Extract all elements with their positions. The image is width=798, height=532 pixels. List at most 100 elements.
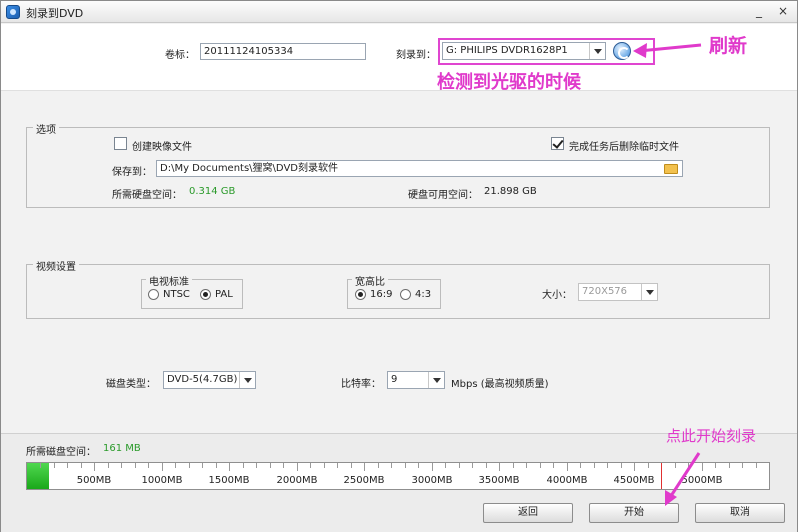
meter-minor-tick [445, 463, 446, 468]
annotation-start: 点此开始刻录 [666, 427, 757, 445]
meter-minor-tick [486, 463, 487, 468]
meter-minor-tick [756, 463, 757, 468]
ntsc-radio[interactable] [148, 289, 159, 300]
meter-minor-tick [513, 463, 514, 468]
meter-minor-tick [243, 463, 244, 468]
bitrate-select[interactable]: 9 [387, 371, 445, 389]
disc-app-icon [6, 5, 20, 19]
refresh-icon[interactable] [613, 42, 631, 60]
meter-minor-tick [378, 463, 379, 468]
meter-minor-tick [162, 463, 163, 471]
pal-radio[interactable] [200, 289, 211, 300]
aspect-43-radio[interactable] [400, 289, 411, 300]
meter-tick-label: 1500MB [208, 475, 250, 486]
size-select-value: 720X576 [582, 286, 628, 297]
meter-minor-tick [202, 463, 203, 468]
meter-minor-tick [540, 463, 541, 468]
available-space-label: 硬盘可用空间： [408, 190, 478, 201]
delete-temp-checkbox[interactable] [551, 137, 564, 150]
size-select[interactable]: 720X576 [578, 283, 658, 301]
meter-minor-tick [216, 463, 217, 468]
meter-minor-tick [526, 463, 527, 468]
meter-minor-tick [634, 463, 635, 471]
volume-label: 卷标： [165, 50, 195, 61]
save-to-label: 保存到： [112, 167, 152, 178]
chevron-down-icon [641, 284, 657, 300]
meter-minor-tick [702, 463, 703, 471]
start-button[interactable]: 开始 [589, 503, 679, 523]
folder-icon[interactable] [664, 164, 678, 174]
volume-label-input[interactable]: 20111124105334 [200, 43, 366, 60]
annotation-refresh: 刷新 [709, 35, 748, 57]
save-path-input[interactable]: D:\My Documents\狸窝\DVD刻录软件 [156, 160, 683, 177]
meter-minor-tick [351, 463, 352, 468]
meter-minor-tick [94, 463, 95, 471]
meter-minor-tick [729, 463, 730, 468]
meter-minor-tick [270, 463, 271, 468]
cancel-button[interactable]: 取消 [695, 503, 785, 523]
chevron-down-icon [428, 372, 444, 388]
create-image-label: 创建映像文件 [132, 142, 192, 153]
meter-minor-tick [567, 463, 568, 471]
burn-dvd-window: 刻录到DVD _ × 卷标： 20111124105334 刻录到： G: PH… [0, 0, 798, 532]
delete-temp-label: 完成任务后删除临时文件 [569, 142, 679, 153]
meter-minor-tick [229, 463, 230, 471]
aspect-169-radio[interactable] [355, 289, 366, 300]
create-image-checkbox[interactable] [114, 137, 127, 150]
video-settings-title: 视频设置 [33, 258, 79, 273]
required-space-label: 所需硬盘空间： [112, 190, 182, 201]
meter-minor-tick [580, 463, 581, 468]
meter-minor-tick [553, 463, 554, 468]
bitrate-value: 9 [391, 374, 398, 385]
aspect-169-label: 16:9 [370, 289, 393, 300]
close-button[interactable]: × [775, 3, 791, 19]
meter-minor-tick [648, 463, 649, 468]
meter-minor-tick [324, 463, 325, 468]
meter-minor-tick [364, 463, 365, 471]
meter-minor-tick [337, 463, 338, 468]
size-label: 大小： [542, 290, 572, 301]
tv-standard-title: 电视标准 [146, 273, 192, 288]
meter-minor-tick [459, 463, 460, 468]
minimize-button[interactable]: _ [751, 3, 767, 19]
available-space-value: 21.898 GB [484, 186, 537, 197]
options-group-title: 选项 [33, 121, 59, 136]
pal-label: PAL [215, 289, 233, 300]
meter-tick-label: 3000MB [411, 475, 453, 486]
meter-minor-tick [607, 463, 608, 468]
meter-tick-label: 2500MB [343, 475, 385, 486]
disc-type-select[interactable]: DVD-5(4.7GB) [163, 371, 256, 389]
meter-minor-tick [135, 463, 136, 468]
ntsc-label: NTSC [163, 289, 190, 300]
meter-minor-tick [688, 463, 689, 468]
meter-minor-tick [189, 463, 190, 468]
meter-minor-tick [256, 463, 257, 468]
annotation-detected: 检测到光驱的时候 [437, 72, 581, 93]
disc-space-meter: 500MB 1000MB 1500MB 2000MB 2500MB 3000MB 3500M… [26, 462, 770, 490]
meter-minor-tick [121, 463, 122, 468]
meter-minor-tick [54, 463, 55, 468]
title-bar[interactable]: 刻录到DVD _ × [1, 1, 797, 23]
meter-minor-tick [715, 463, 716, 468]
meter-tick-label: 500MB [76, 475, 112, 486]
meter-minor-tick [418, 463, 419, 468]
bitrate-label: 比特率： [341, 379, 381, 390]
disc-space-meter-fill [27, 463, 49, 489]
chevron-down-icon [239, 372, 255, 388]
meter-tick-label: 3500MB [478, 475, 520, 486]
required-space-value: 0.314 GB [189, 186, 236, 197]
meter-minor-tick [108, 463, 109, 468]
meter-minor-tick [283, 463, 284, 468]
meter-minor-tick [148, 463, 149, 468]
meter-minor-tick [391, 463, 392, 468]
disc-type-label: 磁盘类型： [106, 379, 156, 390]
meter-minor-tick [742, 463, 743, 468]
meter-minor-tick [67, 463, 68, 468]
meter-minor-tick [594, 463, 595, 468]
meter-minor-tick [175, 463, 176, 468]
aspect-ratio-title: 宽高比 [352, 273, 388, 288]
meter-minor-tick [432, 463, 433, 471]
back-button[interactable]: 返回 [483, 503, 573, 523]
meter-minor-tick [472, 463, 473, 468]
disc-space-label: 所需磁盘空间： [26, 447, 96, 458]
